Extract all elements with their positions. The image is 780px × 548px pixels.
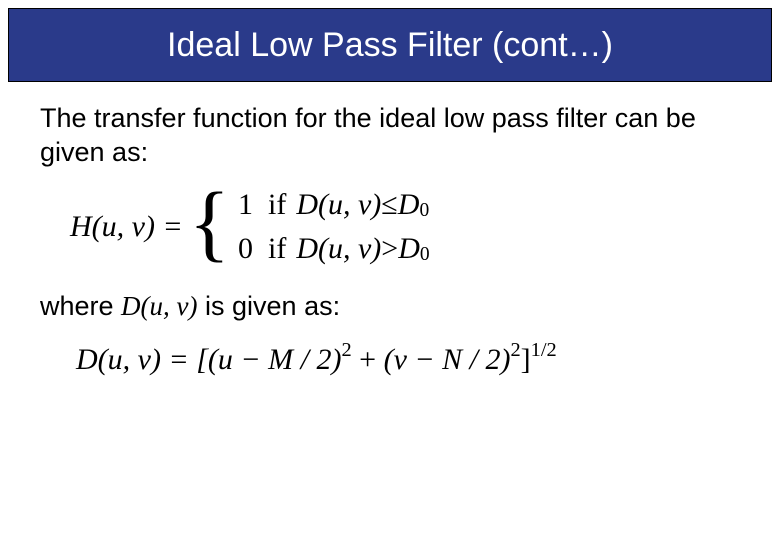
case-2-cond-lhs: D(u, v)	[296, 232, 381, 266]
dist-plus: +	[352, 343, 384, 376]
case-1-value: 1	[238, 188, 264, 222]
case-1-op: ≤	[381, 188, 397, 222]
dist-outer-exp: 1/2	[531, 339, 557, 361]
piecewise-cases: 1 if D(u, v) ≤ D0 0 if D(u, v) > D0	[238, 188, 430, 266]
transfer-function-equation: H(u, v) = { 1 if D(u, v) ≤ D0 0 if D(u, …	[70, 188, 740, 266]
case-2-cond-rhs: D	[398, 232, 420, 266]
case-2: 0 if D(u, v) > D0	[238, 232, 430, 266]
equation-lhs: H(u, v) =	[70, 210, 183, 244]
case-2-if: if	[268, 232, 286, 266]
dist-close: ]	[521, 343, 531, 376]
case-1: 1 if D(u, v) ≤ D0	[238, 188, 430, 222]
title-bar: Ideal Low Pass Filter (cont…)	[8, 8, 772, 82]
case-2-subscript: 0	[420, 244, 430, 266]
distance-formula: D(u, v) = [(u − M / 2)2 + (v − N / 2)2]1…	[76, 341, 740, 377]
case-2-value: 0	[238, 232, 264, 266]
slide-content: The transfer function for the ideal low …	[0, 82, 780, 377]
piecewise-definition: H(u, v) = { 1 if D(u, v) ≤ D0 0 if D(u, …	[70, 188, 740, 266]
dist-term1-base: (u − M / 2)	[208, 343, 342, 376]
case-1-subscript: 0	[419, 200, 429, 222]
brace-icon: {	[189, 190, 230, 255]
dist-lhs: D(u, v) = [	[76, 343, 208, 376]
where-suffix: is given as:	[198, 291, 341, 321]
intro-paragraph: The transfer function for the ideal low …	[40, 102, 740, 170]
case-1-if: if	[268, 188, 286, 222]
case-2-op: >	[381, 232, 398, 266]
where-paragraph: where D(u, v) is given as:	[40, 290, 740, 324]
case-1-cond-rhs: D	[398, 188, 420, 222]
slide-title: Ideal Low Pass Filter (cont…)	[167, 26, 613, 65]
slide: Ideal Low Pass Filter (cont…) The transf…	[0, 8, 780, 548]
dist-term2-exp: 2	[510, 339, 520, 361]
dist-term1-exp: 2	[341, 339, 351, 361]
where-prefix: where	[40, 291, 121, 321]
case-1-cond-lhs: D(u, v)	[296, 188, 381, 222]
dist-term2-base: (v − N / 2)	[384, 343, 511, 376]
where-symbol: D(u, v)	[121, 291, 197, 321]
